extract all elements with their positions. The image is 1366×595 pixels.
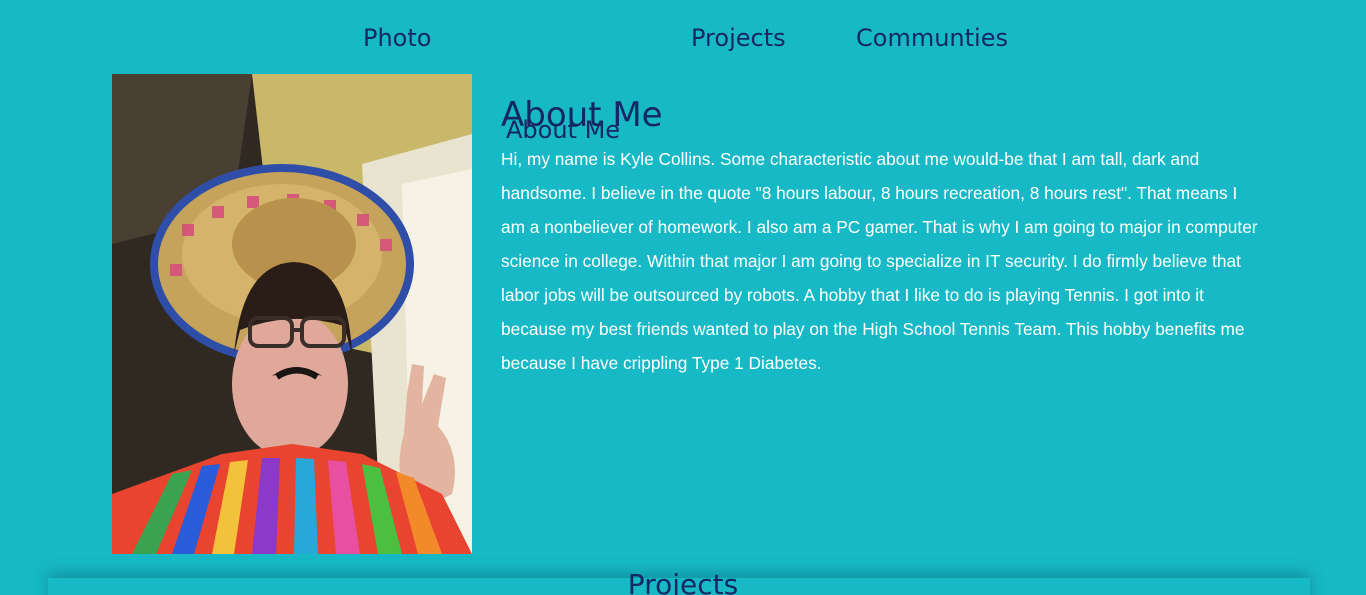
about-heading: About Me xyxy=(501,95,663,135)
projects-heading: Projects xyxy=(627,568,739,595)
nav-link-communities[interactable]: Communties xyxy=(856,20,1008,56)
nav-link-photo[interactable]: Photo xyxy=(363,20,431,56)
about-section: About Me Hi, my name is Kyle Collins. So… xyxy=(501,92,1261,380)
top-nav: Photo About Me Projects Communties xyxy=(0,20,1366,144)
page: Photo About Me Projects Communties About… xyxy=(0,0,1366,595)
profile-photo xyxy=(112,74,472,554)
nav-link-projects[interactable]: Projects xyxy=(691,20,786,56)
about-body-text: Hi, my name is Kyle Collins. Some charac… xyxy=(501,149,1258,373)
